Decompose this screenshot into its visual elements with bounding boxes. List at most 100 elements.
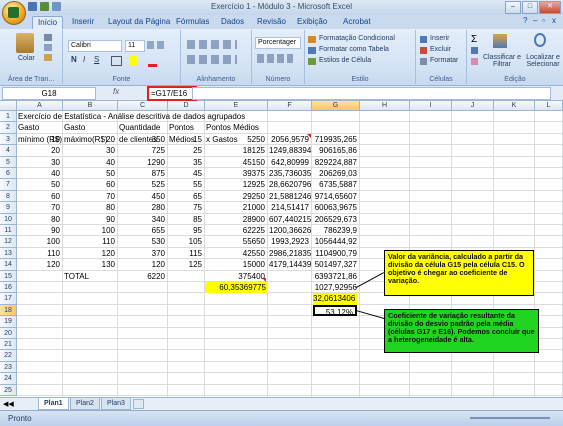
tab-revisao[interactable]: Revisão [257, 17, 286, 26]
borders-icon[interactable] [111, 56, 122, 66]
fill-icon[interactable] [471, 47, 478, 54]
data-cell[interactable]: 80 [18, 214, 60, 225]
data-cell[interactable]: 1200,36626 [269, 225, 311, 236]
data-cell[interactable]: 70 [64, 191, 115, 202]
sheet-tab-plan1[interactable]: Plan1 [38, 398, 69, 410]
data-cell[interactable]: 2986,21835 [269, 248, 311, 259]
row-header-23[interactable]: 23 [0, 361, 17, 374]
currency-icon[interactable] [257, 54, 293, 63]
data-cell[interactable]: 45 [169, 168, 202, 179]
maximize-button[interactable]: □ [522, 1, 538, 14]
data-cell[interactable]: 280 [119, 202, 165, 213]
column-header-l[interactable]: L [535, 101, 563, 111]
data-cell[interactable]: 55 [169, 179, 202, 190]
tab-layout[interactable]: Layout da Página [108, 17, 170, 26]
row-header-16[interactable]: 16 [0, 282, 17, 294]
data-cell[interactable]: 10 [18, 134, 60, 145]
grow-font-icon[interactable] [147, 41, 154, 49]
clear-icon[interactable] [471, 58, 478, 65]
data-cell[interactable]: 607,440215 [269, 214, 311, 225]
data-cell[interactable]: 60 [64, 179, 115, 190]
format-cells-button[interactable]: Formatar [430, 57, 458, 64]
data-cell[interactable]: 35 [169, 157, 202, 168]
data-cell[interactable]: 75 [169, 202, 202, 213]
tab-inserir[interactable]: Inserir [72, 17, 94, 26]
mean-cell[interactable]: 60,35369775 [205, 282, 268, 294]
data-cell[interactable]: 1104900,79 [313, 248, 357, 259]
data-cell[interactable]: 28,6620796 [269, 179, 311, 190]
data-cell[interactable]: 85 [169, 214, 202, 225]
formula-input-extension[interactable] [192, 87, 551, 100]
data-cell[interactable]: 100 [18, 236, 60, 247]
help-icon[interactable]: ? [523, 16, 527, 25]
column-header-h[interactable]: H [360, 101, 410, 111]
data-cell[interactable]: 5250 [206, 134, 265, 145]
font-name-combo[interactable]: Calibri [68, 40, 122, 52]
underline-button[interactable]: S [94, 55, 99, 64]
office-button[interactable] [2, 1, 26, 25]
data-cell[interactable]: 1290 [119, 157, 165, 168]
row-header-20[interactable]: 20 [0, 327, 17, 339]
column-header-c[interactable]: C [118, 101, 168, 111]
data-cell[interactable]: 29250 [206, 191, 265, 202]
tab-formulas[interactable]: Fórmulas [176, 17, 209, 26]
row-header-9[interactable]: 9 [0, 202, 17, 214]
insert-function-icon[interactable]: fx [113, 87, 143, 98]
row-header-1[interactable]: 1 [0, 111, 17, 123]
insert-sheet-icon[interactable] [133, 399, 144, 409]
data-cell[interactable]: 206529,673 [313, 214, 357, 225]
italic-button[interactable]: I [83, 55, 85, 64]
column-header-b[interactable]: B [63, 101, 118, 111]
ribbon-restore-icon[interactable]: ▫ [542, 16, 545, 25]
data-cell[interactable]: 105 [169, 236, 202, 247]
data-cell[interactable]: 235,736035 [269, 168, 311, 179]
font-size-combo[interactable]: 11 [125, 40, 145, 52]
delete-cells-button[interactable]: Excluir [430, 46, 451, 53]
data-cell[interactable]: 90 [64, 214, 115, 225]
row-header-12[interactable]: 12 [0, 236, 17, 248]
data-cell[interactable]: 130 [64, 259, 115, 270]
conditional-format-button[interactable]: Formatação Condicional [319, 35, 395, 42]
data-cell[interactable]: 40 [64, 157, 115, 168]
data-cell[interactable]: 1249,88394 [269, 145, 311, 156]
minimize-button[interactable]: – [505, 1, 521, 14]
data-cell[interactable]: 80 [64, 202, 115, 213]
row-header-2[interactable]: 2 [0, 122, 17, 134]
data-cell[interactable]: 15 [169, 134, 202, 145]
autosum-icon[interactable]: Σ [471, 34, 477, 45]
data-cell[interactable]: 501497,327 [313, 259, 357, 270]
format-table-button[interactable]: Formatar como Tabela [319, 46, 389, 53]
paste-icon[interactable] [16, 33, 34, 53]
data-cell[interactable]: 115 [169, 248, 202, 259]
data-cell[interactable]: 906165,86 [313, 145, 357, 156]
data-cell[interactable]: 120 [119, 259, 165, 270]
sheet-tab-plan2[interactable]: Plan2 [70, 398, 100, 410]
fill-color-icon[interactable] [129, 56, 138, 66]
data-cell[interactable]: 21,5881246 [269, 191, 311, 202]
data-cell[interactable]: 50 [18, 179, 60, 190]
data-cell[interactable]: 829224,887 [313, 157, 357, 168]
row-header-4[interactable]: 4 [0, 145, 17, 157]
data-cell[interactable]: 786239,9 [313, 225, 357, 236]
data-cell[interactable]: 110 [18, 248, 60, 259]
insert-cells-button[interactable]: Inserir [430, 35, 449, 42]
data-cell[interactable]: 206269,03 [313, 168, 357, 179]
data-cell[interactable]: 39375 [206, 168, 265, 179]
data-cell[interactable]: 21000 [206, 202, 265, 213]
data-cell[interactable]: 1056444,92 [313, 236, 357, 247]
column-header-j[interactable]: J [452, 101, 494, 111]
formula-input[interactable]: =G17/E16 [147, 86, 197, 101]
select-all-corner[interactable] [0, 101, 17, 111]
row-header-8[interactable]: 8 [0, 190, 17, 203]
data-cell[interactable]: 719935,265 [313, 134, 357, 145]
close-button[interactable]: ✕ [539, 1, 561, 14]
data-cell[interactable]: 125 [169, 259, 202, 270]
data-cell[interactable]: 530 [119, 236, 165, 247]
data-cell[interactable]: 28900 [206, 214, 265, 225]
row-header-19[interactable]: 19 [0, 316, 17, 328]
data-cell[interactable]: 50 [64, 168, 115, 179]
column-header-d[interactable]: D [168, 101, 205, 111]
bold-button[interactable]: N [71, 55, 77, 64]
data-cell[interactable]: 120 [18, 259, 60, 270]
row-header-7[interactable]: 7 [0, 179, 17, 191]
